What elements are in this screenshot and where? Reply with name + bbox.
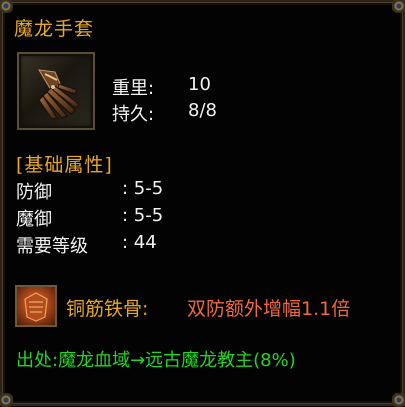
durability-label: 持久:: [112, 104, 155, 125]
attribute-label: 防御: [16, 182, 52, 203]
item-tooltip: 魔龙手套 重里: 10 持久: 8/8 [基础属性] 防御 : 5-5 魔御:…: [0, 0, 405, 407]
weight-value: 10: [188, 74, 211, 95]
durability-value: 8/8: [188, 100, 217, 121]
attribute-label: 魔御: [16, 209, 52, 230]
corner-ornament: [392, 0, 405, 13]
attribute-label: 需要等级: [16, 236, 88, 257]
attribute-value: : 5-5: [122, 205, 164, 226]
attributes-header: [基础属性]: [16, 154, 113, 176]
attribute-value: : 44: [122, 232, 157, 253]
corner-ornament: [392, 393, 405, 407]
weight-label: 重里:: [112, 78, 155, 99]
item-icon-slot: [17, 52, 95, 130]
attribute-value: : 5-5: [122, 178, 164, 199]
gauntlet-icon: [38, 69, 80, 120]
corner-ornament: [0, 393, 13, 407]
drop-source: 出处:魔龙血域→远古魔龙教主(8%): [16, 350, 296, 371]
corner-ornament: [0, 0, 13, 13]
skill-description: 双防额外增幅1.1倍: [187, 298, 351, 320]
armor-skill-icon: [24, 292, 48, 322]
skill-name: 铜筋铁骨:: [66, 298, 149, 320]
item-name: 魔龙手套: [14, 18, 95, 40]
skill-icon: [15, 285, 57, 327]
